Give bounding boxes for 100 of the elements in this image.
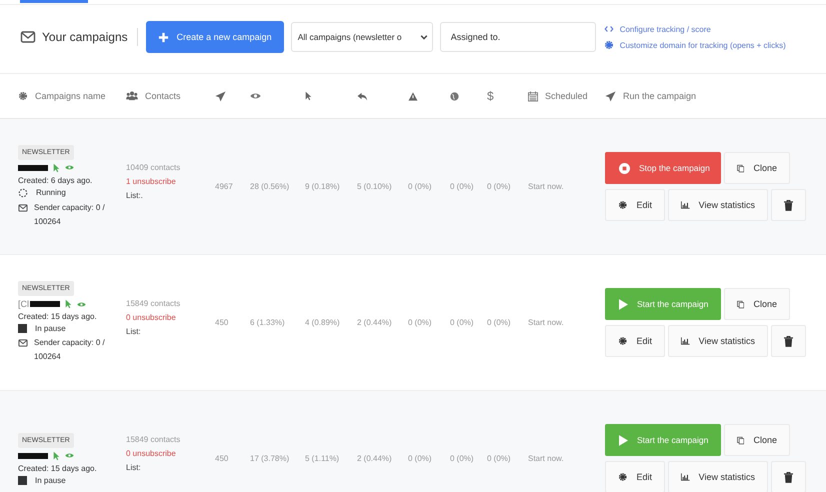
tracking-link[interactable]: Configure tracking / score [604, 24, 786, 34]
envelope-icon [20, 29, 36, 45]
view-statistics-button[interactable]: View statistics [668, 189, 768, 221]
created-date: Created: 15 days ago. [18, 464, 98, 472]
calendar-icon [528, 90, 538, 102]
cursor-icon [65, 299, 72, 309]
schedule-cell-text: Start now. [528, 454, 565, 463]
stat-cell-text: 17 (3.78%) [250, 454, 290, 463]
delete-button[interactable] [771, 189, 806, 221]
contacts-count: 15849 contacts [126, 299, 182, 308]
stat-cell-text: 0 (0%) [450, 182, 475, 191]
stat-cell-text: 0 (0%) [408, 182, 433, 191]
stat-cell-text: 0 (0%) [450, 318, 475, 327]
campaign-status: In pause [35, 324, 66, 333]
envelope-icon [18, 338, 28, 348]
plus-icon [158, 32, 169, 42]
copy-icon [737, 434, 744, 446]
column-header: Campaigns name [35, 91, 106, 101]
stat-cell-text: 450 [215, 454, 230, 463]
stat-cell-text: 28 (0.56%) [250, 182, 290, 191]
eye-icon [65, 452, 74, 459]
sender-capacity: Sender capacity: 0 / 100264 [34, 337, 106, 363]
cursor-icon [53, 162, 60, 172]
bar-chart-icon [681, 200, 690, 210]
cursor-icon [53, 450, 60, 460]
delete-button[interactable] [771, 325, 806, 357]
stat-cell-text: 0 (0%) [450, 454, 475, 463]
view-statistics-button[interactable]: View statistics [668, 325, 768, 357]
stat-cell-text: 2 (0.44%) [357, 454, 393, 463]
schedule-cell-text: Start now. [528, 182, 565, 191]
envelope-icon [18, 202, 28, 212]
gear-icon [618, 336, 628, 346]
campaign-filter-dropdown[interactable]: All campaigns (newsletter o [290, 22, 433, 52]
campaign-status: Running [36, 188, 66, 197]
column-header: Contacts [145, 91, 181, 101]
assigned-to-field[interactable]: Assigned to. [440, 22, 596, 52]
stat-cell-text: 0 (0%) [408, 318, 433, 327]
unsubscribe-count: 0 unsubscribe [126, 313, 177, 322]
list-label: List: [126, 463, 142, 472]
paper-plane-icon [215, 90, 226, 102]
trash-icon [784, 472, 793, 482]
users-icon [126, 91, 138, 101]
list-label: List: [126, 327, 142, 336]
gear-icon [618, 200, 628, 210]
eye-icon [77, 300, 86, 308]
stat-cell-text: 4 (0.89%) [305, 318, 341, 327]
contacts-count: 15849 contacts [126, 435, 182, 444]
stat-cell-text: 5 (0.10%) [357, 182, 393, 191]
stat-cell-text: 450 [215, 318, 230, 327]
tracking-link[interactable]: Customize domain for tracking (opens + clicks) [604, 40, 786, 50]
stat-cell-text: 4967 [215, 182, 234, 191]
clone-button[interactable]: Clone [724, 288, 790, 320]
trash-icon [784, 336, 793, 346]
list-label: List:. [126, 191, 144, 200]
cursor-icon [305, 91, 312, 101]
created-date: Created: 15 days ago. [18, 312, 98, 321]
unsubscribe-count: 0 unsubscribe [126, 449, 177, 458]
gear-icon [18, 91, 28, 101]
clone-button[interactable]: Clone [724, 152, 790, 184]
contacts-count: 10409 contacts [126, 163, 182, 172]
eye-icon [65, 164, 74, 171]
edit-button[interactable]: Edit [605, 461, 665, 492]
run-campaign-button[interactable]: Stop the campaign [605, 152, 721, 184]
copy-icon [737, 298, 744, 310]
stat-cell-text: 0 (0%) [408, 454, 433, 463]
stat-cell-text: 0 (0%) [487, 318, 512, 327]
reply-icon [357, 92, 368, 100]
bar-chart-icon [681, 336, 690, 346]
eye-icon [250, 92, 261, 100]
warning-icon [408, 92, 418, 100]
edit-button[interactable]: Edit [605, 189, 665, 221]
stat-cell-text: 0 (0%) [487, 182, 512, 191]
edit-button[interactable]: Edit [605, 325, 665, 357]
column-header: Scheduled [545, 91, 588, 101]
stat-cell-text: 2 (0.44%) [357, 318, 393, 327]
stat-cell-text: 5 (1.11%) [305, 454, 340, 463]
view-statistics-button[interactable]: View statistics [668, 461, 768, 492]
chevron-icon [420, 33, 428, 41]
stat-cell-text: 6 (1.33%) [250, 318, 286, 327]
clone-button[interactable]: Clone [724, 424, 790, 456]
paper-plane-icon [605, 90, 616, 102]
stat-cell-text: 0 (0%) [487, 454, 512, 463]
unsubscribe-count: 1 unsubscribe [126, 177, 177, 186]
create-campaign-button[interactable]: Create a new campaign [146, 21, 284, 53]
campaign-status: In pause [35, 476, 66, 484]
campaign-name: [Cl [18, 299, 29, 309]
gear-icon [618, 472, 628, 482]
sender-capacity: Sender capacity: 0 / 100264 [34, 202, 106, 228]
schedule-cell-text: Start now. [528, 318, 565, 327]
active-tab-indicator [20, 0, 88, 3]
column-header: $ [487, 89, 494, 103]
delete-button[interactable] [771, 461, 806, 492]
bar-chart-icon [681, 472, 690, 482]
column-header: Run the campaign [623, 91, 696, 101]
play-icon [619, 434, 628, 446]
stat-cell-text: 9 (0.18%) [305, 182, 341, 191]
stop-icon [619, 162, 630, 174]
trash-icon [784, 200, 793, 210]
copy-icon [737, 162, 744, 174]
play-icon [619, 298, 628, 310]
